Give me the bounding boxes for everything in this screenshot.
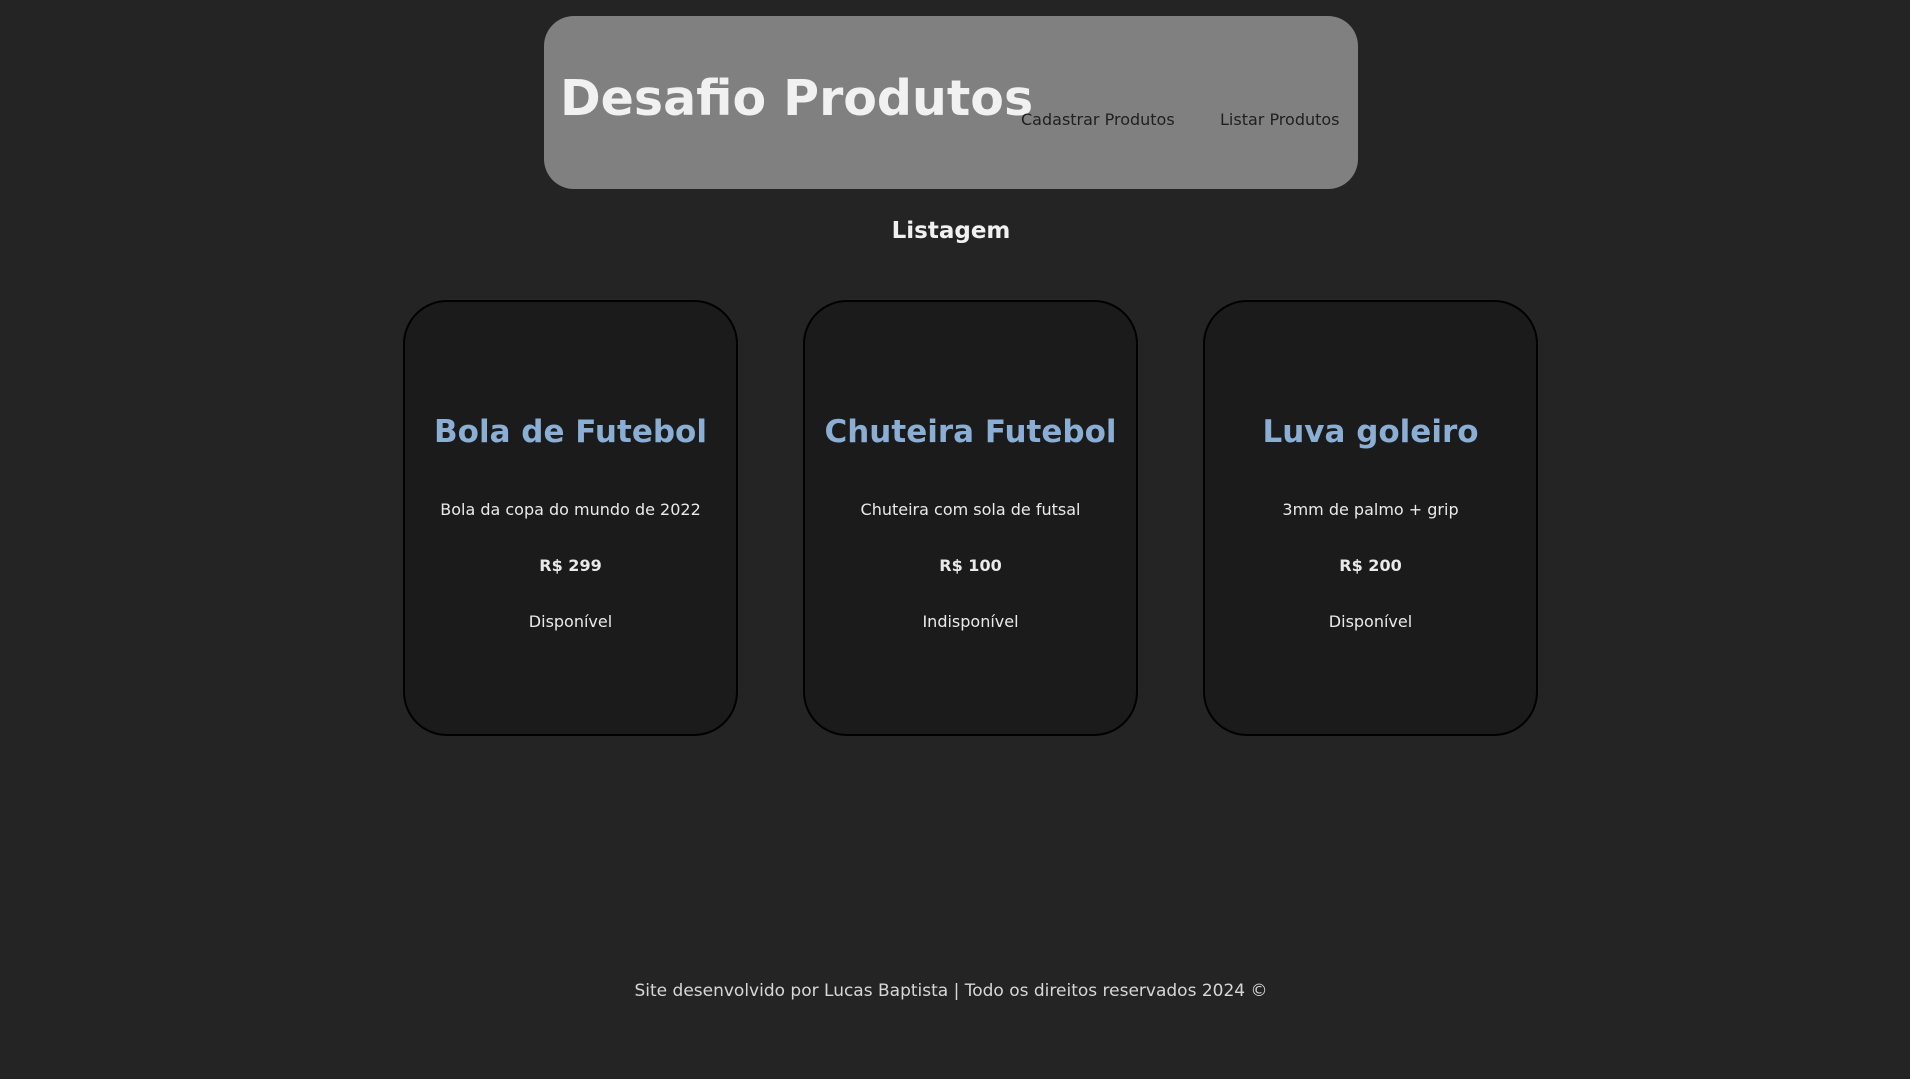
- product-price: R$ 100: [939, 556, 1002, 575]
- product-name: Bola de Futebol: [434, 414, 707, 450]
- product-name: Luva goleiro: [1262, 414, 1479, 450]
- page: Desafio Produtos Cadastrar Produtos List…: [0, 0, 1910, 1079]
- product-status: Indisponível: [922, 612, 1019, 631]
- product-price: R$ 299: [539, 556, 602, 575]
- product-name: Chuteira Futebol: [824, 414, 1117, 450]
- header-bar: Desafio Produtos Cadastrar Produtos List…: [544, 16, 1358, 189]
- product-card: Chuteira Futebol Chuteira com sola de fu…: [803, 300, 1138, 736]
- nav-link-listar-produtos[interactable]: Listar Produtos: [1220, 110, 1340, 129]
- product-description: Bola da copa do mundo de 2022: [440, 500, 701, 519]
- product-card: Luva goleiro 3mm de palmo + grip R$ 200 …: [1203, 300, 1538, 736]
- product-description: 3mm de palmo + grip: [1282, 500, 1459, 519]
- product-status: Disponível: [528, 612, 613, 631]
- section-title: Listagem: [891, 218, 1011, 244]
- nav-link-cadastrar-produtos[interactable]: Cadastrar Produtos: [1021, 110, 1175, 129]
- product-description: Chuteira com sola de futsal: [860, 500, 1081, 519]
- footer-text: Site desenvolvido por Lucas Baptista | T…: [634, 981, 1268, 1001]
- product-card: Bola de Futebol Bola da copa do mundo de…: [403, 300, 738, 736]
- product-status: Disponível: [1328, 612, 1413, 631]
- product-price: R$ 200: [1339, 556, 1402, 575]
- site-title: Desafio Produtos: [560, 70, 1034, 127]
